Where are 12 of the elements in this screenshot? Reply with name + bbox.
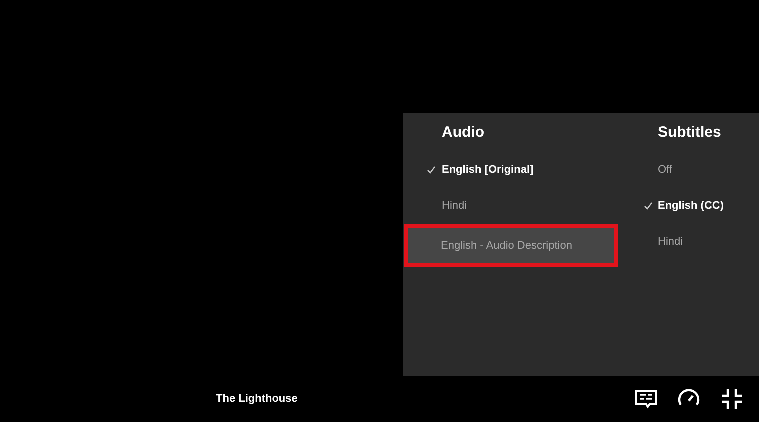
menu-option[interactable]: Hindi	[620, 224, 759, 260]
menu-heading: Audio	[441, 123, 486, 143]
menu-option[interactable]: English [Original]	[403, 152, 620, 188]
menu-option[interactable]: Off	[620, 152, 759, 188]
menu-option[interactable]: English (CC)	[620, 188, 759, 224]
check-icon	[427, 166, 436, 174]
video-title: The Lighthouse	[216, 393, 299, 405]
menu-heading: Subtitles	[657, 123, 722, 143]
menu-option[interactable]: English - Audio Description	[404, 224, 618, 267]
exit-fullscreen-icon[interactable]	[719, 386, 745, 412]
check-icon	[644, 202, 653, 210]
menu-option[interactable]: Hindi	[403, 188, 620, 224]
